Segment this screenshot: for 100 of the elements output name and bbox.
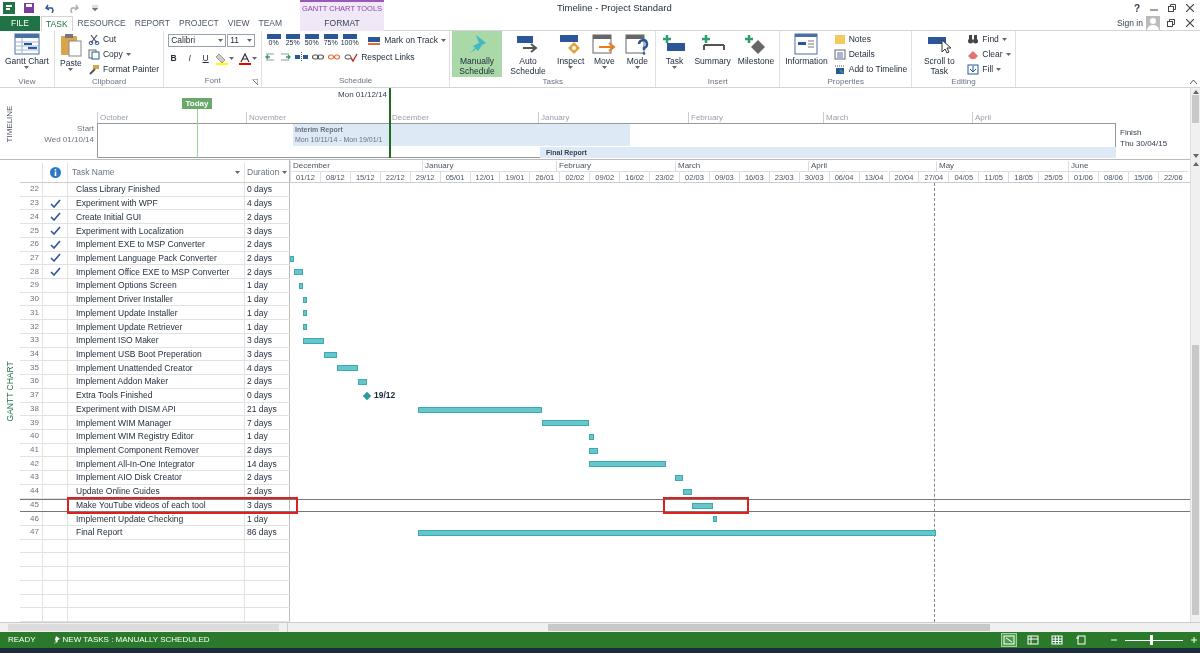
row-number[interactable]: 47 — [20, 525, 42, 539]
scrollbar-thumb[interactable] — [1192, 95, 1199, 123]
table-row[interactable]: 36 Implement Addon Maker 2 days — [20, 375, 290, 389]
task-bar[interactable] — [302, 310, 308, 317]
view-button[interactable] — [1073, 633, 1089, 647]
table-row[interactable]: 30 Implement Driver Installer 1 day — [20, 292, 290, 307]
ribbon-tab[interactable]: VIEW — [223, 16, 254, 31]
scrollbar-thumb[interactable] — [548, 624, 990, 631]
task-bar[interactable] — [290, 255, 295, 262]
row-number[interactable]: 26 — [20, 237, 42, 251]
table-row[interactable]: 24 Create Initial GUI 2 days — [20, 210, 290, 225]
ribbon-button[interactable]: Summary — [691, 31, 734, 77]
row-number[interactable]: 42 — [20, 457, 42, 471]
ribbon-button[interactable]: Paste — [56, 31, 85, 77]
task-bar[interactable] — [713, 516, 718, 523]
row-number[interactable]: 25 — [20, 224, 42, 237]
ribbon-tab[interactable]: TEAM — [254, 16, 287, 31]
task-bar[interactable] — [418, 530, 936, 536]
scrollbar-thumb[interactable] — [8, 624, 279, 631]
task-bar[interactable] — [302, 337, 325, 344]
ribbon-button[interactable]: Manually Schedule — [452, 31, 502, 77]
ribbon-button[interactable]: Inspect — [554, 31, 588, 77]
scrollbar[interactable] — [1190, 160, 1200, 622]
ribbon-button[interactable]: Auto Schedule — [503, 31, 553, 77]
table-row[interactable]: 47 Final Report 86 days — [20, 525, 290, 540]
table-row[interactable]: 46 Implement Update Checking 1 day — [20, 512, 290, 526]
ribbon-button[interactable]: Details — [833, 47, 908, 61]
ribbon-tab[interactable]: REPORT — [130, 16, 175, 31]
task-bar[interactable] — [337, 365, 359, 372]
ribbon-button[interactable]: Format Painter — [87, 62, 160, 76]
task-bar[interactable] — [358, 379, 367, 386]
table-row[interactable]: 43 Implement AIO Disk Creator 2 days — [20, 471, 290, 485]
row-number[interactable]: 32 — [20, 320, 42, 333]
row-number[interactable]: 45 — [20, 499, 42, 512]
table-row[interactable]: 39 Implement WIM Manager 7 days — [20, 416, 290, 430]
view-button[interactable] — [1025, 633, 1041, 647]
sign-in-link[interactable]: Sign in — [1117, 16, 1143, 30]
ribbon-button[interactable]: Mark on Track — [367, 33, 446, 47]
row-number[interactable]: 40 — [20, 429, 42, 443]
view-button[interactable] — [1001, 633, 1017, 647]
column-header[interactable]: Duration — [244, 163, 290, 182]
table-row[interactable]: 29 Implement Options Screen 1 day — [20, 279, 290, 293]
task-bar[interactable] — [302, 296, 308, 303]
ribbon-button[interactable]: Add to Timeline — [833, 62, 908, 76]
table-row[interactable]: 35 Implement Unattended Creator 4 days — [20, 361, 290, 376]
row-number[interactable]: 41 — [20, 443, 42, 457]
table-row[interactable]: 37 Extra Tools Finished 0 days — [20, 388, 290, 403]
task-bar[interactable] — [683, 488, 692, 495]
table-row[interactable]: 45 Make YouTube videos of each tool 3 days — [20, 498, 290, 513]
task-bar[interactable] — [589, 447, 598, 454]
ribbon-button[interactable]: Respect Links — [344, 50, 415, 64]
row-number[interactable]: 46 — [20, 512, 42, 525]
row-number[interactable]: 29 — [20, 279, 42, 292]
row-number[interactable]: 30 — [20, 292, 42, 306]
ribbon-button[interactable]: Find — [967, 32, 1011, 46]
scrollbar-thumb[interactable] — [1192, 345, 1199, 615]
table-row[interactable]: 44 Update Online Guides 2 days — [20, 484, 290, 499]
row-number[interactable]: 34 — [20, 347, 42, 361]
table-row[interactable]: 32 Implement Update Retriever 1 day — [20, 320, 290, 334]
task-bar[interactable] — [302, 324, 308, 331]
help-button[interactable]: ? — [1130, 0, 1144, 16]
format-button[interactable]: I — [184, 52, 196, 65]
ribbon-button[interactable]: Cut — [87, 32, 160, 46]
row-number[interactable]: 31 — [20, 306, 42, 320]
row-number[interactable]: 24 — [20, 210, 42, 224]
table-row[interactable]: 31 Implement Update Installer 1 day — [20, 306, 290, 321]
save-button[interactable] — [21, 1, 37, 15]
row-number[interactable]: 38 — [20, 402, 42, 416]
row-number[interactable]: 44 — [20, 484, 42, 498]
font-color-button[interactable] — [239, 52, 258, 65]
ribbon-button[interactable]: Scroll to Task — [914, 31, 965, 77]
task-bar[interactable] — [542, 420, 590, 427]
table-row[interactable]: 33 Implement ISO Maker 3 days — [20, 333, 290, 348]
zoom-slider[interactable] — [1125, 635, 1183, 645]
ribbon-button[interactable]: Mode — [621, 31, 654, 77]
ribbon-tab[interactable]: RESOURCE — [73, 16, 130, 31]
row-number[interactable]: 33 — [20, 333, 42, 347]
task-bar[interactable] — [298, 283, 303, 290]
task-bar[interactable] — [294, 269, 303, 276]
column-header[interactable]: Task Name — [67, 163, 244, 182]
font-dropdown[interactable]: Calibri — [168, 34, 227, 47]
row-number[interactable]: 22 — [20, 183, 42, 196]
task-bar[interactable] — [589, 461, 667, 468]
ribbon-tab[interactable]: FORMAT — [300, 16, 384, 31]
task-bar[interactable] — [674, 475, 684, 482]
table-row[interactable]: 41 Implement Component Remover 2 days — [20, 443, 290, 458]
table-row[interactable]: 23 Experiment with WPF 4 days — [20, 196, 290, 211]
task-bar[interactable] — [418, 406, 543, 413]
ribbon-button[interactable]: Milestone — [734, 31, 778, 77]
scrollbar[interactable] — [1190, 88, 1200, 160]
table-row[interactable]: 38 Experiment with DISM API 21 days — [20, 402, 290, 417]
table-row[interactable]: 26 Implement EXE to MSP Converter 2 days — [20, 237, 290, 252]
ribbon-button[interactable]: Clear — [967, 47, 1011, 61]
ribbon-button[interactable]: Fill — [967, 62, 1011, 76]
milestone-icon[interactable] — [362, 391, 372, 401]
ribbon-button[interactable]: Notes — [833, 32, 908, 46]
ribbon-button[interactable]: Task — [658, 31, 691, 77]
row-number[interactable]: 36 — [20, 375, 42, 388]
table-row[interactable]: 42 Implement All-In-One Integrator 14 days — [20, 457, 290, 472]
row-number[interactable]: 39 — [20, 416, 42, 429]
